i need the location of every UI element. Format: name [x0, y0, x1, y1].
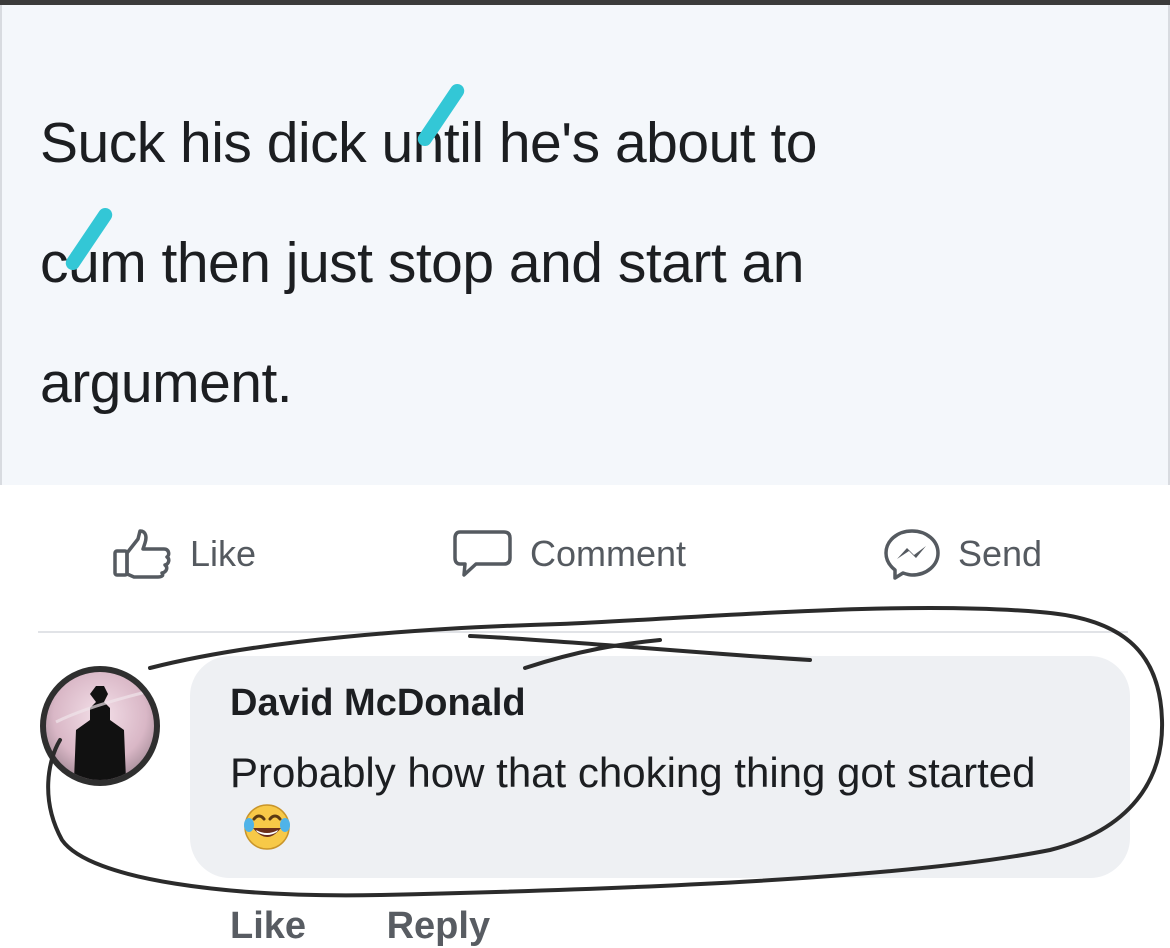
post-text-line-1: Suck his dick until he's about to [40, 111, 818, 175]
thumbs-up-icon [112, 529, 174, 579]
like-button[interactable]: Like [112, 529, 257, 579]
post-text-line-3: argument. [40, 351, 293, 415]
divider [38, 631, 1128, 633]
comment-like-button[interactable]: Like [230, 905, 306, 947]
comment-button[interactable]: Comment [452, 530, 686, 578]
send-label: Send [958, 533, 1043, 574]
speech-bubble-icon [452, 528, 514, 580]
comment-bubble: David McDonald Probably how that choking… [190, 656, 1130, 878]
send-button[interactable]: Send [882, 528, 1043, 580]
post-body: Suck his dick until he's about to cum th… [0, 5, 1170, 485]
laughing-tears-emoji-icon [242, 802, 292, 867]
comment-text-body: Probably how that choking thing got star… [230, 749, 1036, 796]
like-label: Like [190, 533, 257, 574]
comment-action-row: Like Reply [230, 905, 490, 948]
comment-label: Comment [530, 533, 687, 574]
avatar[interactable] [40, 666, 160, 786]
comment-text: Probably how that choking thing got star… [230, 744, 1090, 867]
comment-author-name[interactable]: David McDonald [230, 682, 526, 725]
post-action-bar: Like Comment Send [0, 485, 1170, 630]
avatar-silhouette-icon [55, 686, 147, 780]
post-text-line-2: cum then just stop and start an [40, 231, 804, 295]
comment-reply-button[interactable]: Reply [387, 905, 490, 947]
messenger-icon [882, 528, 942, 580]
post-text: Suck his dick until he's about to cum th… [40, 83, 1150, 443]
